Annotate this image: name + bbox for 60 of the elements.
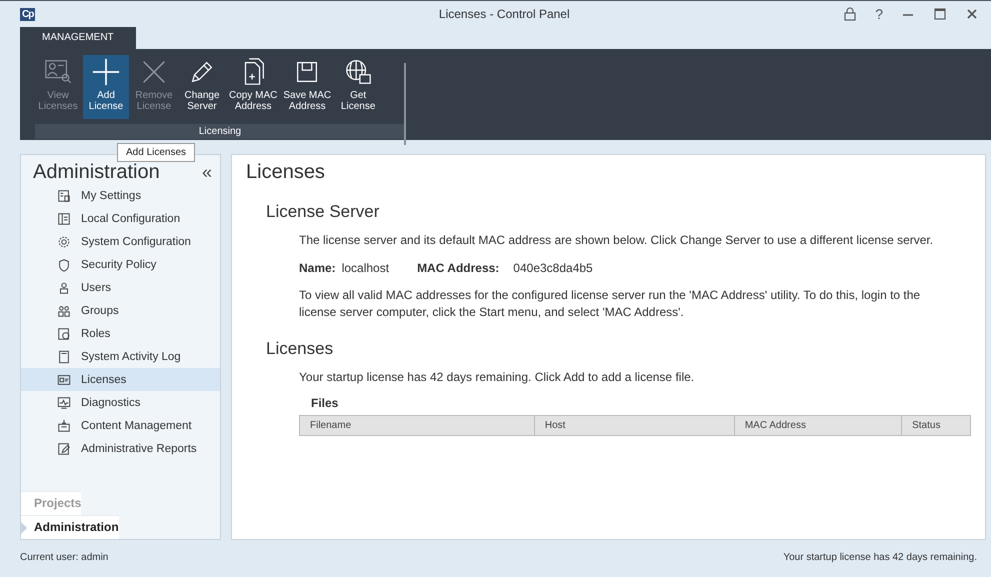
group-label: Licensing [35,124,405,139]
section-heading: License Server [266,202,380,222]
description-text: The license server and its default MAC address are shown below. Click Change Server to use a different license server. [299,232,934,249]
box-icon [57,418,71,432]
maximize-icon[interactable] [933,7,947,21]
change-server-button[interactable]: Change Server [179,55,225,119]
nav-section[interactable]: Administration [21,515,119,539]
globe-icon [343,57,374,87]
field-value: localhost [342,261,390,275]
sidebar-item[interactable]: Groups [21,299,220,322]
gear-icon [57,234,71,248]
column-header[interactable]: Host [534,416,734,436]
field-label: MAC Address: [417,261,500,275]
report-icon [57,442,71,456]
sidebar-item[interactable]: System Activity Log [21,345,220,368]
settings-icon [57,188,71,202]
field-value: 040e3c8da4b5 [513,261,593,275]
shield-icon [57,258,71,272]
lock-icon[interactable] [843,7,858,21]
page-title: Licenses [246,161,326,184]
status-text: Your startup license has 42 days remaining. [783,552,977,563]
window-title: Licenses - Control Panel [438,7,571,21]
panel-icon [57,212,71,226]
sidebar-item[interactable]: Content Management [21,414,220,437]
column-header[interactable]: Status [902,416,970,436]
sidebar-title: Administration [33,161,160,184]
add-license-button[interactable]: Add License [83,55,129,119]
close-icon[interactable] [965,7,979,21]
sidebar-item[interactable]: Diagnostics [21,391,220,414]
save-mac-button[interactable]: Save MAC Address [281,55,334,119]
tooltip: Add Licenses [117,143,196,162]
group-icon [57,304,71,318]
get-license-button[interactable]: Get License [335,55,382,119]
table-title: Files [311,396,340,410]
field-label: Name: [299,261,336,275]
sidebar-item[interactable]: Users [21,276,220,299]
column-header[interactable]: Filename [300,416,534,436]
role-icon [57,326,71,340]
log-icon [57,350,71,364]
license-icon [57,372,71,386]
monitor-icon [57,396,71,410]
copy-mac-button[interactable]: Copy MAC Address [227,55,280,119]
status-text: Current user: admin [20,552,108,563]
sidebar-item[interactable]: Roles [21,322,220,345]
description-text: To view all valid MAC addresses for the configured license server run the 'MAC Address' utility. To do this, login to the license server computer, click the Start menu, and select 'MAC Address'. [299,287,922,321]
sidebar-item[interactable]: Administrative Reports [21,437,220,460]
sidebar-item[interactable]: My Settings [21,184,220,207]
section-heading: Licenses [266,339,334,359]
plus-icon [91,57,121,87]
app-logo: Cp [20,8,36,20]
sidebar-item[interactable]: System Configuration [21,230,220,253]
sidebar-item[interactable]: Security Policy [21,253,220,276]
sidebar-item[interactable]: Licenses [21,368,220,391]
description-text: Your startup license has 42 days remaining. Click Add to add a license file. [299,369,696,386]
collapse-button[interactable]: « [202,162,212,183]
sidebar-item[interactable]: Local Configuration [21,207,220,230]
ribbon-tab[interactable]: MANAGEMENT [20,27,136,49]
help-button[interactable]: ? [875,7,883,21]
column-header[interactable]: MAC Address [734,416,902,436]
user-icon [57,280,71,294]
